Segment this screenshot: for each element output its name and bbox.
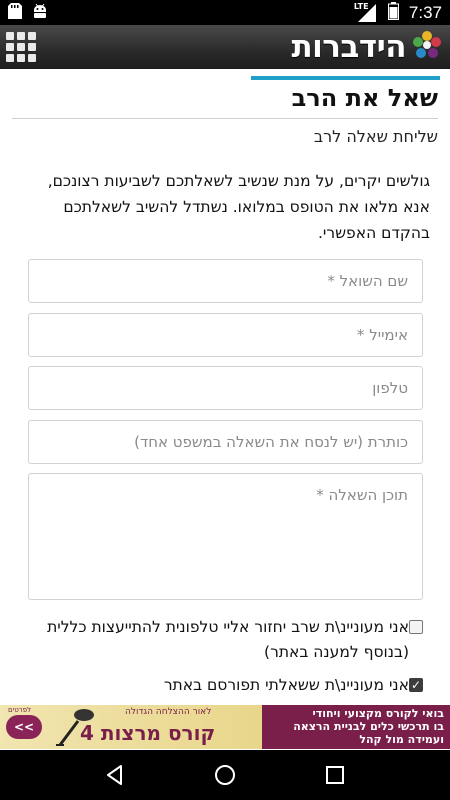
publish-checkbox[interactable]: ✓	[409, 678, 423, 692]
recents-icon[interactable]	[315, 755, 355, 795]
android-icon	[32, 3, 48, 23]
page-title: שאל את הרב	[291, 84, 438, 112]
ad-text-line-1: בואי לקורס מקצועי ויחודי	[312, 707, 444, 720]
email-field[interactable]	[28, 313, 423, 357]
name-field[interactable]	[28, 259, 423, 303]
grid-menu-icon[interactable]	[5, 31, 37, 63]
status-bar: LTE 7:37	[0, 0, 450, 25]
home-icon[interactable]	[205, 755, 245, 795]
ad-arrow-label: <<	[13, 720, 35, 734]
ad-text-line-2: בו תרכשי כלים לבניית הרצאה	[293, 720, 444, 733]
question-field[interactable]	[28, 473, 423, 600]
navigation-bar	[0, 750, 450, 800]
publish-label: אני מעוניינ\ת ששאלתי תפורסם באתר	[163, 676, 409, 694]
callback-label: אני מעוניינ\ת שרב יחזור אליי טלפונית להת…	[47, 618, 409, 661]
signal-icon: LTE	[354, 2, 378, 22]
app-bar: הידברות	[0, 25, 450, 69]
subject-field[interactable]	[28, 420, 423, 464]
sd-card-icon	[8, 2, 22, 23]
ad-details-button[interactable]: <<	[6, 715, 42, 739]
ad-left-panel: << לפרטים לאור ההצלחה הגדולה קורס מרצות …	[0, 705, 262, 749]
callback-option[interactable]: אני מעוניינ\ת שרב יחזור אליי טלפונית להת…	[27, 615, 423, 665]
brand-logo[interactable]: הידברות	[291, 27, 442, 67]
brand-name: הידברות	[291, 29, 406, 65]
battery-icon	[387, 1, 399, 24]
page-subtitle: שליחת שאלה לרב	[313, 127, 438, 146]
callback-checkbox[interactable]	[409, 620, 423, 634]
network-label: LTE	[353, 1, 369, 11]
ad-tagline: לאור ההצלחה הגדולה	[125, 707, 212, 717]
flower-logo-icon	[412, 30, 442, 64]
publish-option[interactable]: ✓ אני מעוניינ\ת ששאלתי תפורסם באתר	[27, 673, 423, 698]
clock: 7:37	[408, 2, 442, 22]
ad-button-caption: לפרטים	[8, 706, 32, 714]
intro-text: גולשים יקרים, על מנת שנשיב לשאלתכם לשביע…	[47, 172, 430, 242]
ad-text-line-3: ועמידה מול קהל	[359, 733, 444, 746]
status-right-icons: LTE 7:37	[354, 1, 442, 24]
phone-field[interactable]	[28, 366, 423, 410]
ad-banner[interactable]: << לפרטים לאור ההצלחה הגדולה קורס מרצות …	[0, 705, 450, 749]
ad-title: קורס מרצות 4	[80, 721, 216, 745]
ad-right-panel: בואי לקורס מקצועי ויחודי בו תרכשי כלים ל…	[262, 705, 450, 749]
back-icon[interactable]	[95, 755, 135, 795]
status-left-icons	[8, 2, 48, 23]
title-accent-line	[251, 76, 440, 80]
title-divider	[12, 118, 438, 119]
